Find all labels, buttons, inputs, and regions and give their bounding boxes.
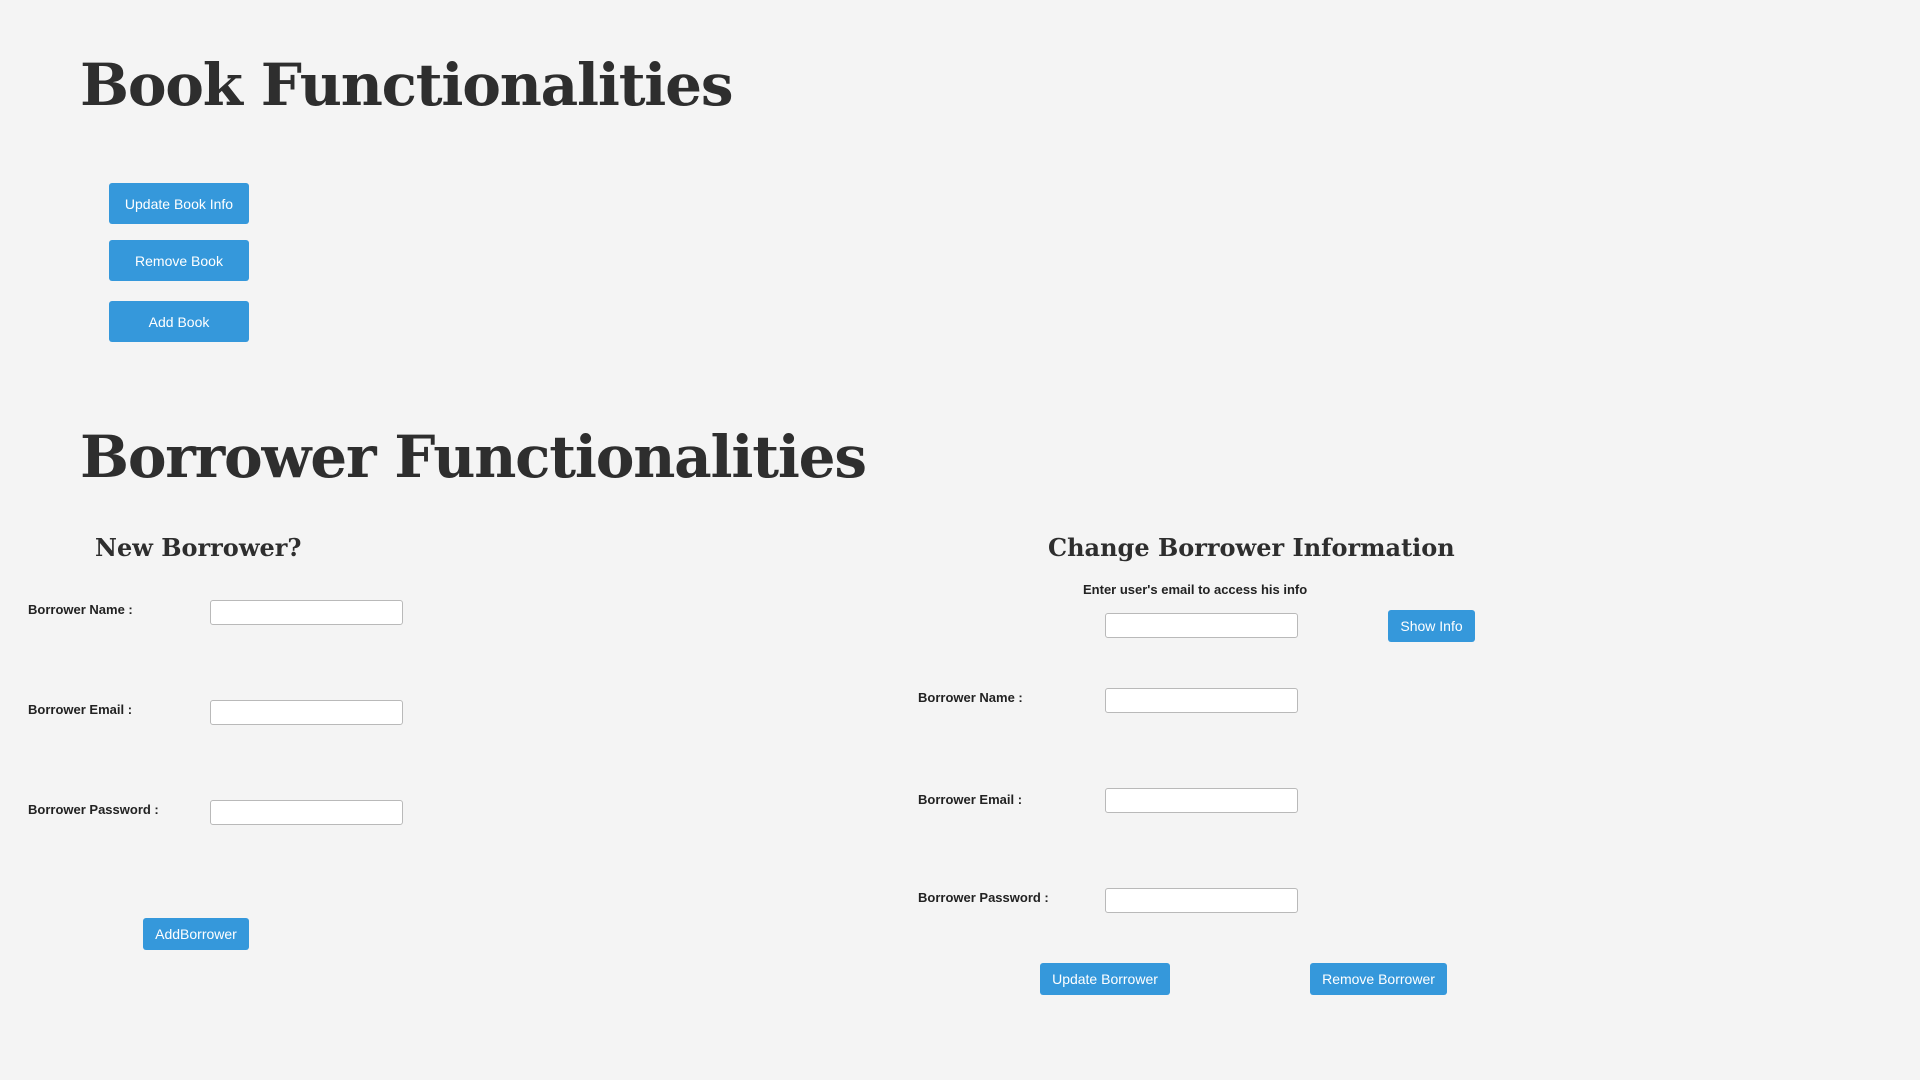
add-book-button[interactable]: Add Book [109,301,249,342]
remove-book-button[interactable]: Remove Book [109,240,249,281]
new-borrower-name-label: Borrower Name : [28,602,133,617]
borrower-functionalities-heading: Borrower Functionalities [80,423,867,491]
change-borrower-name-input[interactable] [1105,688,1298,713]
lookup-email-hint: Enter user's email to access his info [1083,582,1308,597]
change-borrower-email-input[interactable] [1105,788,1298,813]
remove-borrower-button[interactable]: Remove Borrower [1310,963,1447,995]
new-borrower-heading: New Borrower? [95,533,302,562]
add-borrower-button[interactable]: AddBorrower [143,918,249,950]
change-borrower-password-label: Borrower Password : [918,890,1049,905]
change-borrower-heading: Change Borrower Information [1048,533,1455,562]
update-borrower-button[interactable]: Update Borrower [1040,963,1170,995]
new-borrower-password-input[interactable] [210,800,403,825]
show-info-button[interactable]: Show Info [1388,610,1475,642]
change-borrower-password-input[interactable] [1105,888,1298,913]
update-book-info-button[interactable]: Update Book Info [109,183,249,224]
change-borrower-email-label: Borrower Email : [918,792,1023,807]
new-borrower-email-input[interactable] [210,700,403,725]
new-borrower-name-input[interactable] [210,600,403,625]
lookup-email-input[interactable] [1105,613,1298,638]
change-borrower-name-label: Borrower Name : [918,690,1023,705]
book-functionalities-heading: Book Functionalities [80,51,733,119]
new-borrower-email-label: Borrower Email : [28,702,133,717]
new-borrower-password-label: Borrower Password : [28,802,159,817]
